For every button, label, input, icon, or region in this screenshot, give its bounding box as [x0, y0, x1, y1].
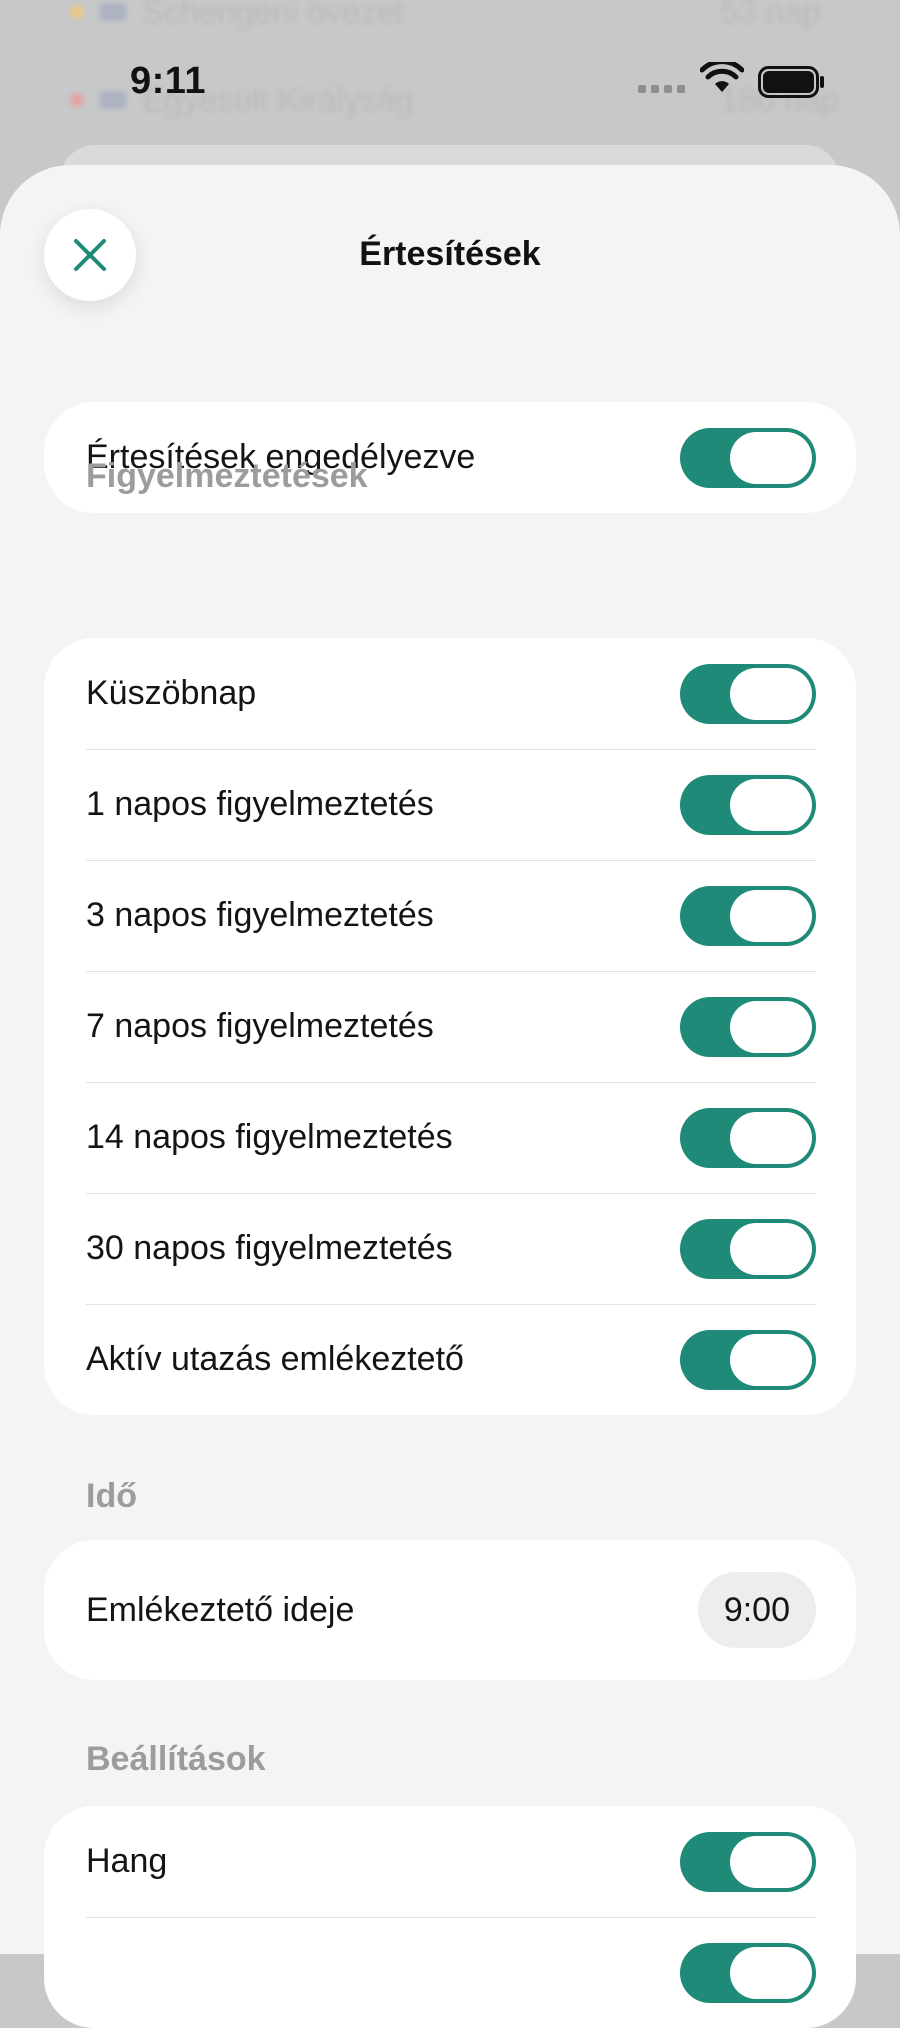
alert-row-3-day: 3 napos figyelmeztetés: [44, 860, 856, 971]
alert-label: 1 napos figyelmeztetés: [86, 785, 434, 823]
alert-label: 7 napos figyelmeztetés: [86, 1007, 434, 1045]
sound-label: Hang: [86, 1842, 168, 1880]
settings-row: [44, 1917, 856, 2028]
notifications-enabled-toggle[interactable]: [680, 427, 816, 488]
time-card: Emlékeztető ideje 9:00: [44, 1540, 856, 1680]
settings-card: Hang: [44, 1806, 856, 2028]
time-section-title: Idő: [86, 1477, 137, 1515]
status-bar: 9:11: [0, 0, 900, 165]
alerts-card: Küszöbnap 1 napos figyelmeztetés 3 napos…: [44, 638, 856, 1415]
reminder-time-picker[interactable]: 9:00: [697, 1572, 816, 1648]
alert-label: Küszöbnap: [86, 674, 257, 712]
wifi-icon: [700, 62, 744, 92]
alert-row-active-trip: Aktív utazás emlékeztető: [44, 1304, 856, 1415]
alert-row-threshold-day: Küszöbnap: [44, 638, 856, 749]
cellular-signal-icon: [638, 85, 685, 93]
alert-label: Aktív utazás emlékeztető: [86, 1340, 464, 1378]
reminder-time-label: Emlékeztető ideje: [86, 1590, 355, 1629]
alert-toggle[interactable]: [680, 774, 816, 835]
alert-label: 30 napos figyelmeztetés: [86, 1229, 453, 1267]
alert-label: 14 napos figyelmeztetés: [86, 1118, 453, 1156]
status-time: 9:11: [130, 60, 206, 102]
settings-toggle[interactable]: [680, 1942, 816, 2003]
alert-row-1-day: 1 napos figyelmeztetés: [44, 749, 856, 860]
page-title: Értesítések: [359, 235, 541, 273]
sound-row: Hang: [44, 1806, 856, 1917]
alert-toggle[interactable]: [680, 885, 816, 946]
alert-toggle[interactable]: [680, 996, 816, 1057]
alert-row-7-day: 7 napos figyelmeztetés: [44, 971, 856, 1082]
sound-toggle[interactable]: [680, 1831, 816, 1892]
alert-toggle[interactable]: [680, 1329, 816, 1390]
notifications-sheet: Értesítések Értesítések engedélyezve Fig…: [0, 165, 900, 2028]
alert-row-30-day: 30 napos figyelmeztetés: [44, 1193, 856, 1304]
battery-icon: [758, 66, 824, 98]
alert-label: 3 napos figyelmeztetés: [86, 896, 434, 934]
alert-row-14-day: 14 napos figyelmeztetés: [44, 1082, 856, 1193]
alerts-section-title: Figyelmeztetések: [86, 457, 368, 495]
reminder-time-row: Emlékeztető ideje 9:00: [44, 1540, 856, 1680]
settings-section-title: Beállítások: [86, 1740, 266, 1778]
alert-toggle[interactable]: [680, 663, 816, 724]
alert-toggle[interactable]: [680, 1107, 816, 1168]
alert-toggle[interactable]: [680, 1218, 816, 1279]
